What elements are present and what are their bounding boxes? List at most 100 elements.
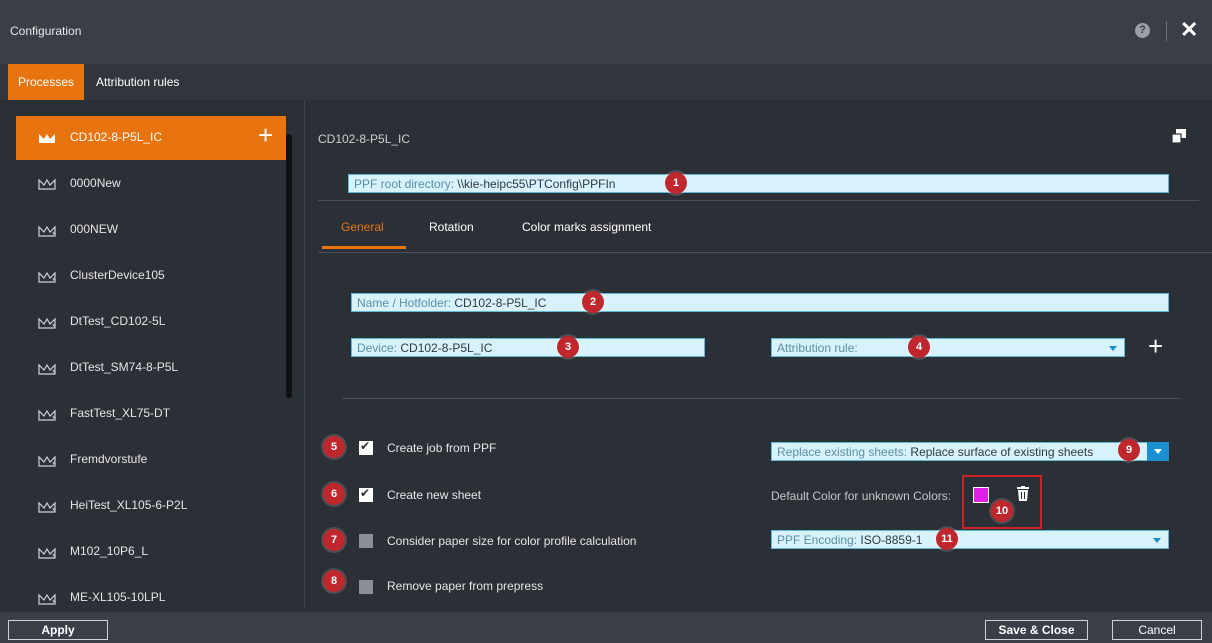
trash-icon[interactable]: [1016, 486, 1030, 502]
sidebar-item[interactable]: * 000NEW: [16, 208, 286, 252]
sidebar-item-label: ClusterDevice105: [70, 268, 165, 282]
create-job-checkbox[interactable]: [359, 439, 373, 455]
divider: [318, 200, 1199, 201]
sidebar-item-label: DtTest_CD102-5L: [70, 314, 166, 328]
sidebar-item-label: M102_10P6_L: [70, 544, 149, 558]
device-star-icon: *: [38, 317, 56, 330]
cancel-button[interactable]: Cancel: [1112, 620, 1202, 640]
device-list: CD102-8-P5L_IC + 0000New * 000NEW * Clus…: [8, 106, 296, 608]
attribution-rule-select[interactable]: Attribution rule:: [771, 338, 1125, 357]
svg-text:*: *: [52, 414, 56, 422]
device-star-icon: *: [38, 547, 56, 560]
sidebar-item[interactable]: * ClusterDevice105: [16, 254, 286, 298]
badge-2: 2: [582, 291, 604, 313]
name-hotfolder-label: Name / Hotfolder:: [357, 296, 452, 310]
svg-text:*: *: [52, 276, 56, 284]
copy-icon[interactable]: [1171, 128, 1187, 144]
create-job-label: Create job from PPF: [387, 441, 497, 455]
footer-bar: Apply Save & Close Cancel: [0, 612, 1212, 643]
device-crown-icon: [39, 134, 55, 143]
save-close-button[interactable]: Save & Close: [985, 620, 1088, 640]
sidebar-item[interactable]: 0000New: [16, 162, 286, 206]
sidebar-item[interactable]: * ME-XL105-10LPL: [16, 576, 286, 608]
tab-processes[interactable]: Processes: [8, 64, 85, 100]
sidebar-item[interactable]: * M102_10P6_L: [16, 530, 286, 574]
chevron-down-icon: [1109, 346, 1117, 351]
svg-text:*: *: [52, 230, 56, 238]
apply-button[interactable]: Apply: [8, 620, 108, 640]
default-color-label: Default Color for unknown Colors:: [771, 489, 952, 503]
device-star-icon: *: [38, 271, 56, 284]
sidebar-item[interactable]: * FastTest_XL75-DT: [16, 392, 286, 436]
sidebar-item-label: FastTest_XL75-DT: [70, 406, 171, 420]
svg-text:*: *: [52, 368, 56, 376]
tab-general[interactable]: General: [341, 220, 384, 234]
sidebar-item[interactable]: * HeiTest_XL105-6-P2L: [16, 484, 286, 528]
attribution-rule-label: Attribution rule:: [777, 341, 858, 355]
chevron-down-icon: [1153, 538, 1161, 543]
divider: [342, 398, 1181, 399]
device-star-icon: *: [38, 409, 56, 422]
device-icon: [38, 178, 56, 190]
name-hotfolder-value: CD102-8-P5L_IC: [454, 296, 547, 310]
sidebar-item[interactable]: * DtTest_CD102-5L: [16, 300, 286, 344]
remove-paper-label: Remove paper from prepress: [387, 579, 544, 593]
title-separator: [1166, 21, 1167, 41]
sidebar-scrollbar[interactable]: [286, 134, 292, 398]
name-hotfolder-field[interactable]: Name / Hotfolder: CD102-8-P5L_IC: [351, 293, 1169, 312]
close-icon[interactable]: ✕: [1180, 18, 1198, 42]
replace-sheets-select[interactable]: Replace existing sheets: Replace surface…: [771, 442, 1169, 461]
badge-7: 7: [323, 529, 345, 551]
badge-6: 6: [323, 483, 345, 505]
device-field[interactable]: Device: CD102-8-P5L_IC: [351, 338, 705, 357]
sidebar-item-label: 0000New: [70, 176, 121, 190]
sidebar-item[interactable]: CD102-8-P5L_IC +: [16, 116, 286, 160]
ppf-root-field[interactable]: PPF root directory: \\kie-heipc55\PTConf…: [348, 174, 1169, 193]
add-attribution-rule-button[interactable]: +: [1148, 333, 1163, 359]
paper-size-checkbox[interactable]: [359, 534, 373, 548]
badge-4: 4: [908, 336, 930, 358]
create-new-sheet-checkbox[interactable]: [359, 486, 373, 502]
ppf-encoding-select[interactable]: PPF Encoding: ISO-8859-1: [771, 530, 1169, 549]
ppf-root-label: PPF root directory:: [354, 177, 455, 191]
badge-9: 9: [1118, 439, 1140, 461]
active-tab-indicator: [322, 246, 406, 249]
replace-sheets-label: Replace existing sheets:: [777, 445, 908, 459]
divider: [318, 252, 1212, 253]
device-value: CD102-8-P5L_IC: [400, 341, 493, 355]
badge-8: 8: [323, 570, 345, 592]
device-star-icon: *: [38, 363, 56, 376]
tab-color-marks[interactable]: Color marks assignment: [522, 220, 651, 234]
remove-paper-checkbox[interactable]: [359, 580, 373, 594]
badge-10: 10: [991, 500, 1013, 522]
title-bar: Configuration ? ✕: [0, 0, 1212, 64]
sidebar-item-label: ME-XL105-10LPL: [70, 590, 166, 604]
add-device-button[interactable]: +: [258, 122, 273, 148]
ppf-encoding-label: PPF Encoding:: [777, 533, 858, 547]
svg-text:*: *: [52, 460, 56, 468]
help-icon[interactable]: ?: [1135, 23, 1150, 38]
color-swatch[interactable]: [973, 487, 989, 503]
badge-5: 5: [323, 436, 345, 458]
device-star-icon: *: [38, 593, 56, 606]
sidebar-item-label: DtTest_SM74-8-P5L: [70, 360, 179, 374]
paper-size-label: Consider paper size for color profile ca…: [387, 534, 637, 548]
replace-sheets-value: Replace surface of existing sheets: [910, 445, 1094, 459]
sidebar-item[interactable]: * DtTest_SM74-8-P5L: [16, 346, 286, 390]
sidebar-item-label: Fremdvorstufe: [70, 452, 148, 466]
sidebar-item-label: 000NEW: [70, 222, 119, 236]
device-star-icon: *: [38, 501, 56, 514]
create-new-sheet-label: Create new sheet: [387, 488, 482, 502]
top-tab-bar: Processes Attribution rules: [0, 64, 1212, 100]
window-title: Configuration: [10, 24, 82, 38]
chevron-down-icon: [1147, 442, 1169, 461]
svg-text:*: *: [52, 598, 56, 606]
device-star-icon: *: [38, 225, 56, 238]
tab-attribution-rules[interactable]: Attribution rules: [86, 64, 189, 100]
sidebar-item-label: CD102-8-P5L_IC: [70, 130, 163, 144]
ppf-root-value: \\kie-heipc55\PTConfig\PPFIn: [457, 177, 616, 191]
detail-panel: CD102-8-P5L_IC PPF root directory: \\kie…: [305, 100, 1212, 608]
sidebar-item[interactable]: * Fremdvorstufe: [16, 438, 286, 482]
tab-rotation[interactable]: Rotation: [429, 220, 474, 234]
svg-text:*: *: [52, 506, 56, 514]
